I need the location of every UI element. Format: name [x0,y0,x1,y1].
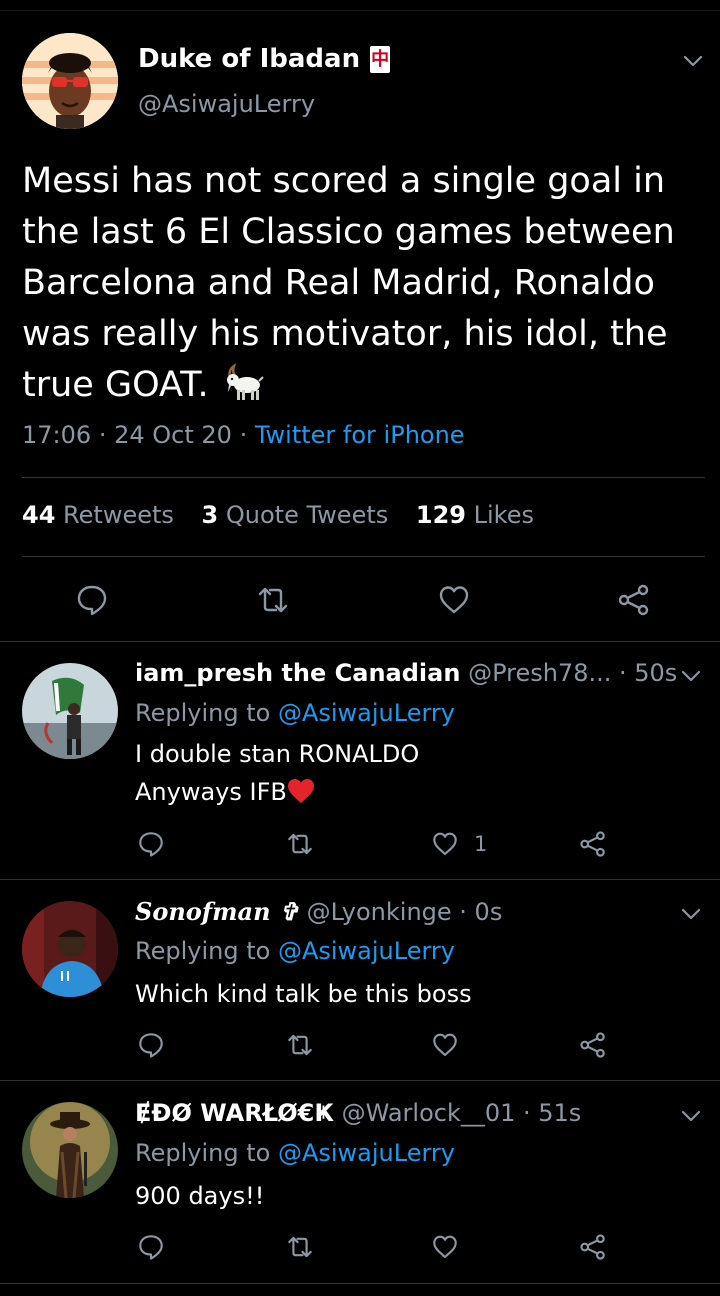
replying-to: Replying to @AsiwajuLerry [135,699,455,727]
quotes-count: 3 [201,501,219,529]
retweets-stat[interactable]: 44 Retweets [22,501,174,529]
like-icon[interactable] [431,1233,459,1261]
reply-icon[interactable] [137,1031,165,1059]
reply-author-name[interactable]: Sonofman ✞ [135,897,299,926]
reply-avatar[interactable] [22,901,118,997]
reply-text-line: Which kind talk be this boss [135,980,472,1008]
retweet-icon[interactable] [286,1233,314,1261]
replying-to: Replying to @AsiwajuLerry [135,937,455,965]
reply-icon[interactable] [137,1233,165,1261]
divider [0,1080,720,1081]
author-name-text: Duke of Ibadan [138,44,361,74]
tweet-time: 17:06 [22,421,92,449]
reply-text-line: Anyways IFB [135,773,419,811]
reply-author-name[interactable]: iam_presh the Canadian [135,659,460,687]
reply-avatar[interactable] [22,663,118,759]
retweet-icon[interactable] [286,1031,314,1059]
reply-header: ɆĐØ WARŁØ€Ҝ @Warlock__01 · 51s [135,1099,581,1127]
tweet-text-body: Messi has not scored a single goal in th… [22,161,675,405]
meta-separator: · [239,421,248,449]
tweet-detail-page: Duke of Ibadan 中 @AsiwajuLerry Messi has… [0,0,720,1296]
retweet-icon[interactable] [256,583,290,617]
share-icon[interactable] [579,1031,607,1059]
replying-to-label: Replying to [135,1139,271,1167]
share-icon[interactable] [579,830,607,858]
replying-to-handle[interactable]: @AsiwajuLerry [278,1139,455,1167]
reply-icon[interactable] [137,830,165,858]
replying-to-label: Replying to [135,937,271,965]
replying-to-label: Replying to [135,699,271,727]
reply-text-line: I double stan RONALDO [135,740,420,768]
reply-like-count: 1 [474,832,488,856]
reply-text: Which kind talk be this boss [135,975,472,1013]
chevron-down-icon[interactable] [680,665,702,687]
divider [22,477,705,478]
reply-text: I double stan RONALDO Anyways IFB [135,735,419,811]
replying-to: Replying to @AsiwajuLerry [135,1139,455,1167]
reply-time: · 50s [619,659,678,687]
like-icon[interactable] [431,1031,459,1059]
likes-stat[interactable]: 129 Likes [416,501,534,529]
top-divider [0,10,720,11]
replying-to-handle[interactable]: @AsiwajuLerry [278,699,455,727]
reply-text: 900 days!! [135,1177,264,1215]
reply-header: iam_presh the Canadian @Presh78... · 50s [135,659,677,687]
retweets-label: Retweets [63,501,174,529]
tweet-stats: 44 Retweets 3 Quote Tweets 129 Likes [22,501,534,529]
like-icon[interactable] [431,830,459,858]
like-icon[interactable] [437,583,471,617]
tweet-date: 24 Oct 20 [114,421,232,449]
divider [0,641,720,642]
reply-author-handle[interactable]: @Presh78... [468,659,611,687]
author-handle[interactable]: @AsiwajuLerry [138,90,315,118]
likes-count: 129 [415,501,466,529]
divider [22,556,705,557]
reply-author-name[interactable]: ɆĐØ WARŁØ€Ҝ [135,1099,334,1127]
retweet-icon[interactable] [286,830,314,858]
tweet-text: Messi has not scored a single goal in th… [22,156,702,411]
tweet-source-link[interactable]: Twitter for iPhone [255,421,465,449]
goat-emoji-icon [226,362,264,400]
author-name[interactable]: Duke of Ibadan 中 [138,44,391,74]
share-icon[interactable] [579,1233,607,1261]
reply-author-handle[interactable]: @Lyonkinge · 0s [307,898,503,926]
quotes-label: Quote Tweets [225,501,389,529]
reply-avatar[interactable] [22,1102,118,1198]
reply-icon[interactable] [75,583,109,617]
red-heart-emoji-icon [287,779,314,803]
chevron-down-icon[interactable] [680,903,702,925]
chevron-down-icon[interactable] [682,50,704,72]
meta-separator: · [98,421,107,449]
chevron-down-icon[interactable] [680,1105,702,1127]
divider [0,879,720,880]
likes-label: Likes [473,501,534,529]
divider [0,1283,720,1284]
author-avatar[interactable] [22,33,118,129]
replying-to-handle[interactable]: @AsiwajuLerry [278,937,455,965]
reply-header: Sonofman ✞ @Lyonkinge · 0s [135,897,502,926]
mahjong-tile-emoji: 中 [370,45,391,73]
reply-author-handle[interactable]: @Warlock__01 · 51s [342,1099,582,1127]
reply-text-line: 900 days!! [135,1182,265,1210]
tweet-meta: 17:06 · 24 Oct 20 · Twitter for iPhone [22,421,465,449]
retweets-count: 44 [22,501,56,529]
quotes-stat[interactable]: 3 Quote Tweets [202,501,389,529]
share-icon[interactable] [617,583,651,617]
